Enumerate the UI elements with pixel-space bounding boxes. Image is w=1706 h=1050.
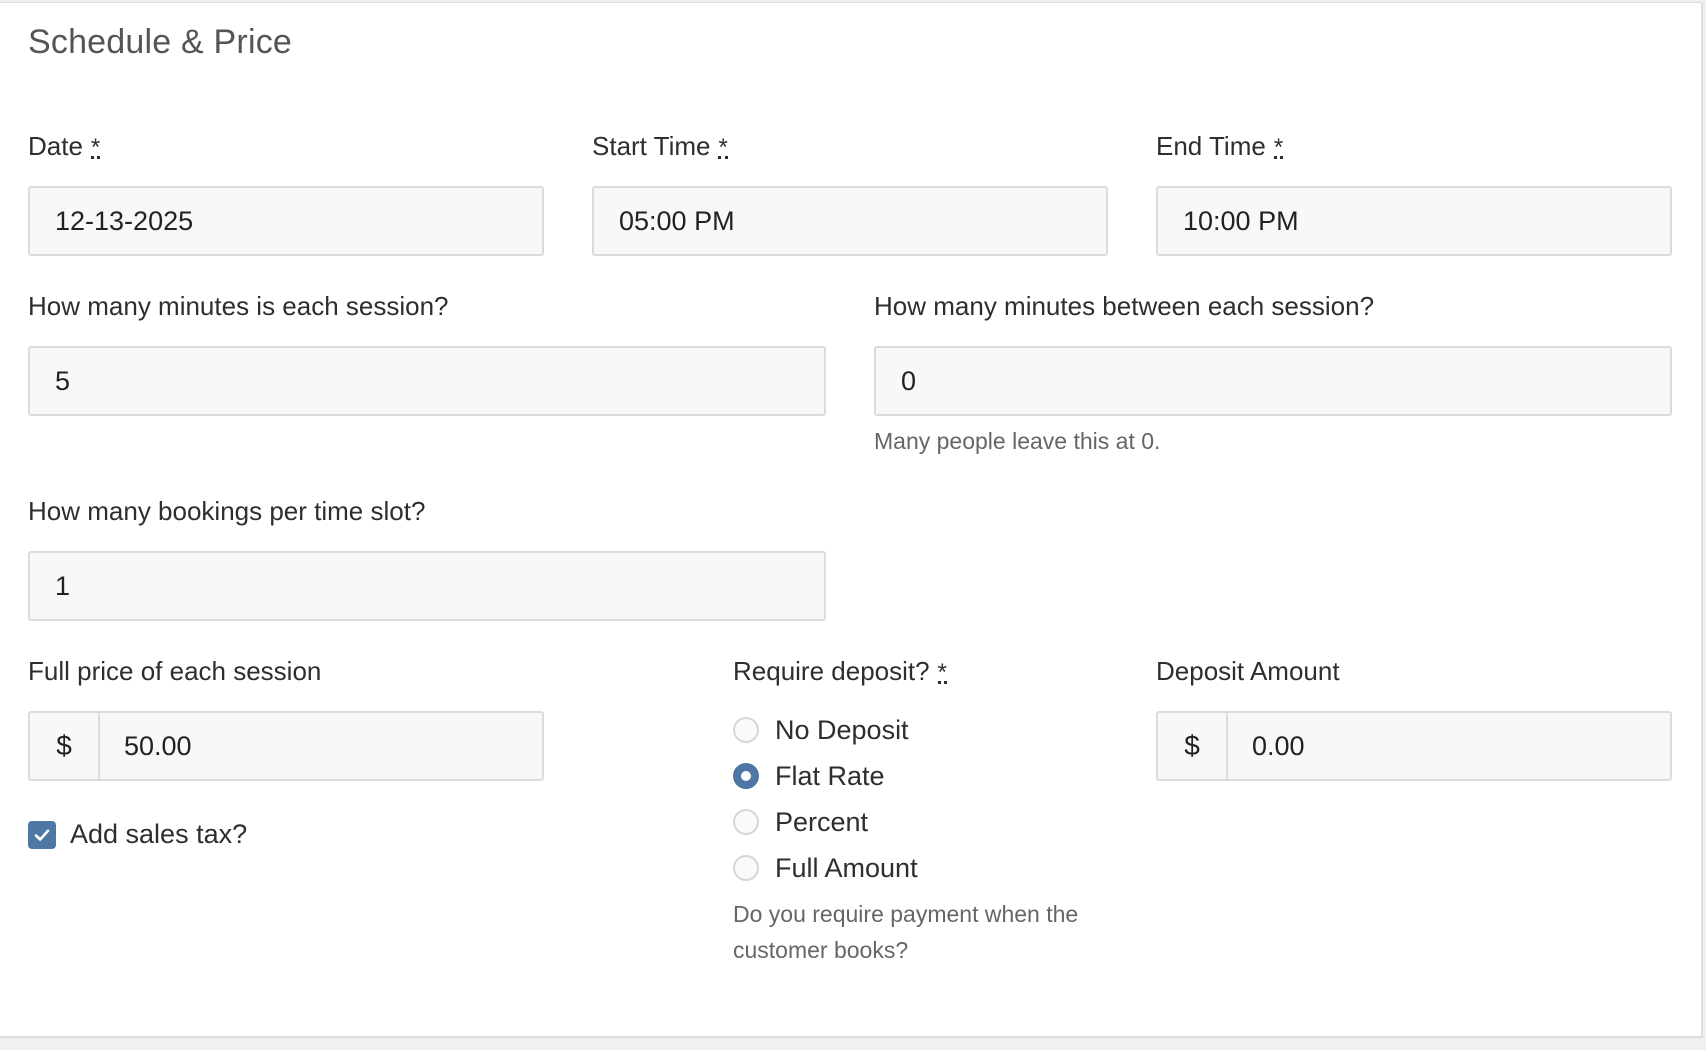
full-price-input[interactable]: 50.00 bbox=[100, 713, 542, 779]
date-input[interactable]: 12-13-2025 bbox=[28, 186, 544, 256]
sales-tax-checkbox[interactable] bbox=[28, 820, 56, 849]
session-minutes-input[interactable]: 5 bbox=[28, 346, 826, 416]
required-marker: * bbox=[718, 134, 728, 161]
radio-label: No Deposit bbox=[775, 714, 909, 745]
full-price-label: Full price of each session bbox=[28, 656, 322, 686]
require-deposit-label-text: Require deposit? bbox=[733, 656, 930, 686]
deposit-amount-input[interactable]: 0.00 bbox=[1228, 713, 1670, 779]
date-label: Date * bbox=[28, 131, 101, 162]
deposit-option-percent[interactable]: Percent bbox=[733, 799, 918, 845]
sales-tax-checkbox-row[interactable]: Add sales tax? bbox=[28, 819, 247, 850]
bookings-per-slot-input[interactable]: 1 bbox=[28, 551, 826, 621]
deposit-help: Do you require payment when the customer… bbox=[733, 901, 1079, 963]
radio-label: Percent bbox=[775, 806, 869, 837]
full-price-input-group: $ 50.00 bbox=[28, 711, 544, 781]
bookings-per-slot-label: How many bookings per time slot? bbox=[28, 496, 426, 526]
radio-full-amount[interactable] bbox=[733, 855, 759, 881]
checkmark-icon bbox=[34, 829, 50, 841]
start-time-input[interactable]: 05:00 PM bbox=[592, 186, 1108, 256]
radio-label: Flat Rate bbox=[775, 760, 885, 791]
end-time-input[interactable]: 10:00 PM bbox=[1156, 186, 1672, 256]
required-marker: * bbox=[90, 134, 101, 161]
end-time-label-text: End Time bbox=[1156, 131, 1266, 161]
date-label-text: Date bbox=[28, 131, 83, 161]
currency-addon: $ bbox=[1158, 713, 1228, 779]
end-time-label: End Time * bbox=[1156, 131, 1284, 162]
start-time-label: Start Time * bbox=[592, 131, 728, 162]
sales-tax-label: Add sales tax? bbox=[70, 819, 248, 849]
deposit-option-flat-rate[interactable]: Flat Rate bbox=[733, 753, 918, 799]
between-minutes-label: How many minutes between each session? bbox=[874, 291, 1375, 321]
radio-label: Full Amount bbox=[775, 852, 918, 883]
radio-no-deposit[interactable] bbox=[733, 717, 759, 743]
between-minutes-input[interactable]: 0 bbox=[874, 346, 1672, 416]
required-marker: * bbox=[937, 659, 947, 686]
require-deposit-label: Require deposit? * bbox=[733, 656, 947, 687]
between-minutes-help: Many people leave this at 0. bbox=[874, 428, 1161, 454]
required-marker: * bbox=[1273, 134, 1284, 161]
section-title: Schedule & Price bbox=[28, 23, 293, 61]
deposit-amount-input-group: $ 0.00 bbox=[1156, 711, 1672, 781]
schedule-price-panel: Schedule & Price Date * 12-13-2025 Start … bbox=[0, 2, 1703, 1038]
deposit-option-no-deposit[interactable]: No Deposit bbox=[733, 707, 918, 753]
radio-flat-rate[interactable] bbox=[733, 763, 759, 789]
start-time-label-text: Start Time bbox=[592, 131, 711, 161]
radio-percent[interactable] bbox=[733, 809, 759, 835]
deposit-amount-label: Deposit Amount bbox=[1156, 656, 1340, 686]
deposit-radio-group: No Deposit Flat Rate Percent Full Amount bbox=[733, 707, 918, 891]
currency-addon: $ bbox=[30, 713, 100, 779]
session-minutes-label: How many minutes is each session? bbox=[28, 291, 449, 321]
deposit-option-full-amount[interactable]: Full Amount bbox=[733, 845, 918, 891]
